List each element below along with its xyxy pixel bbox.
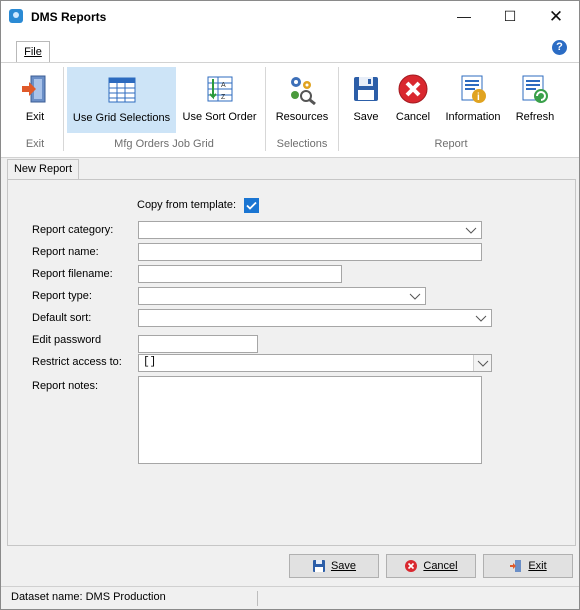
tab-new-report[interactable]: New Report xyxy=(7,159,79,180)
cancel-x-icon xyxy=(405,560,418,573)
report-form: Copy from template: Report category: Rep… xyxy=(7,179,576,546)
grid-table-icon xyxy=(108,77,135,103)
chevron-down-icon xyxy=(465,227,477,234)
group-separator xyxy=(338,67,339,151)
refresh-icon xyxy=(522,75,548,103)
restrict-access-value: [] xyxy=(143,356,157,368)
minimize-button[interactable]: — xyxy=(441,1,487,32)
app-logo-icon xyxy=(9,9,23,23)
tab-file-label: File xyxy=(24,46,42,58)
report-notes-label: Report notes: xyxy=(32,380,99,392)
exit-button-label: Exit xyxy=(528,560,547,572)
ribbon-toolbar: Exit Exit Use Grid Selections A Z Use So… xyxy=(1,62,579,158)
exit-button[interactable]: Exit xyxy=(483,554,573,578)
group-label-mfg-orders-job-grid: Mfg Orders Job Grid xyxy=(114,138,214,150)
use-sort-order-button[interactable]: A Z Use Sort Order xyxy=(178,67,261,131)
group-label-report: Report xyxy=(434,138,468,150)
exit-door-icon xyxy=(510,560,522,573)
exit-door-icon xyxy=(22,75,46,103)
use-grid-selections-button[interactable]: Use Grid Selections xyxy=(67,67,176,133)
use-sort-order-label: Use Sort Order xyxy=(182,111,257,123)
cancel-button[interactable]: Cancel xyxy=(386,554,476,578)
checkmark-icon xyxy=(246,201,257,210)
report-filename-label: Report filename: xyxy=(32,268,113,280)
ribbon-cancel-label: Cancel xyxy=(395,111,431,123)
report-notes-textarea[interactable] xyxy=(138,376,482,464)
report-type-label: Report type: xyxy=(32,290,92,302)
window-title: DMS Reports xyxy=(31,10,107,24)
restrict-access-select[interactable]: [] xyxy=(138,354,492,372)
information-button[interactable]: i Information xyxy=(439,67,507,131)
group-separator xyxy=(265,67,266,151)
cancel-button-label: Cancel xyxy=(423,560,458,572)
status-bar: Dataset name: DMS Production xyxy=(1,586,579,609)
resources-label: Resources xyxy=(275,111,329,123)
status-separator xyxy=(257,591,258,606)
sort-order-icon: A Z xyxy=(207,76,232,102)
group-label-exit: Exit xyxy=(25,138,45,150)
dataset-name-status: Dataset name: DMS Production xyxy=(11,591,166,603)
resources-button[interactable]: Resources xyxy=(269,67,335,131)
report-type-select[interactable] xyxy=(138,287,426,305)
save-button-label: Save xyxy=(330,560,357,572)
refresh-label: Refresh xyxy=(515,111,555,123)
resources-gears-icon xyxy=(291,77,316,105)
ribbon-cancel-button[interactable]: Cancel xyxy=(391,67,435,131)
chevron-down-icon xyxy=(475,315,487,322)
close-button[interactable]: ✕ xyxy=(533,1,579,32)
save-floppy-icon xyxy=(312,560,325,573)
help-icon[interactable]: ? xyxy=(552,40,567,55)
restrict-access-label: Restrict access to: xyxy=(32,356,122,368)
report-name-input[interactable] xyxy=(138,243,482,261)
svg-text:i: i xyxy=(477,92,480,103)
report-name-label: Report name: xyxy=(32,246,99,258)
default-sort-label: Default sort: xyxy=(32,312,92,324)
save-button[interactable]: Save xyxy=(289,554,379,578)
copy-from-template-label: Copy from template: xyxy=(137,199,237,211)
ribbon-exit-label: Exit xyxy=(25,111,45,123)
group-label-selections: Selections xyxy=(276,138,328,150)
save-floppy-icon xyxy=(354,77,378,101)
ribbon-exit-button[interactable]: Exit xyxy=(9,67,61,131)
svg-text:A: A xyxy=(221,82,226,89)
edit-password-label: Edit password xyxy=(32,334,102,346)
chevron-down-icon xyxy=(477,360,489,367)
tab-new-report-label: New Report xyxy=(13,163,73,175)
restrict-access-dropdown-button[interactable] xyxy=(473,355,491,371)
use-grid-selections-label: Use Grid Selections xyxy=(72,112,171,124)
title-bar: DMS Reports — ☐ ✕ xyxy=(1,1,579,32)
app-window: DMS Reports — ☐ ✕ File ? Exit Exit Use G… xyxy=(0,0,580,610)
information-icon: i xyxy=(461,75,486,103)
tab-file[interactable]: File xyxy=(16,41,50,63)
report-filename-input[interactable] xyxy=(138,265,342,283)
ribbon-tab-strip: File ? xyxy=(1,32,579,63)
edit-password-input[interactable] xyxy=(138,335,258,353)
report-category-label: Report category: xyxy=(32,224,114,236)
default-sort-select[interactable] xyxy=(138,309,492,327)
cancel-x-icon xyxy=(398,74,428,104)
chevron-down-icon xyxy=(409,293,421,300)
ribbon-save-button[interactable]: Save xyxy=(343,67,389,131)
svg-text:Z: Z xyxy=(221,94,226,101)
ribbon-save-label: Save xyxy=(353,111,379,123)
maximize-button[interactable]: ☐ xyxy=(487,1,533,32)
refresh-button[interactable]: Refresh xyxy=(511,67,559,131)
report-category-select[interactable] xyxy=(138,221,482,239)
information-label: Information xyxy=(445,111,501,123)
group-separator xyxy=(63,67,64,151)
copy-from-template-checkbox[interactable] xyxy=(244,198,259,213)
